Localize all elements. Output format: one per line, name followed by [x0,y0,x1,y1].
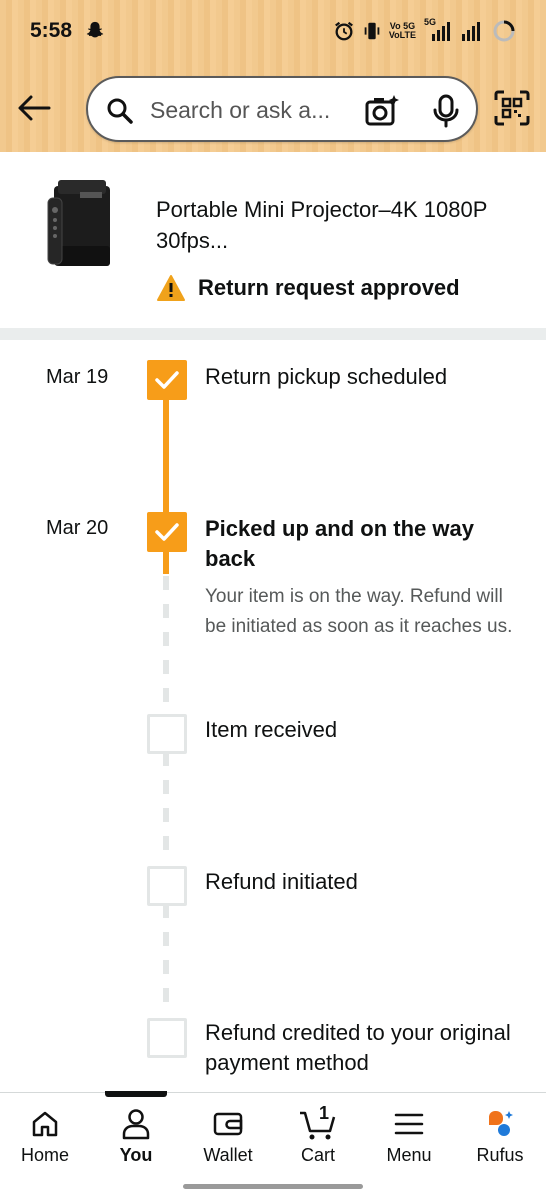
status-time: 5:58 [30,19,73,42]
return-timeline: Mar 19 Return pickup scheduled Mar 20 Pi… [0,340,546,1092]
timeline-checkbox-complete [147,512,187,552]
timeline-checkbox-pending [147,714,187,754]
cart-badge-count: 1 [319,1103,330,1123]
nav-label: Home [20,1145,69,1165]
nav-cart[interactable]: 1 Cart [273,1103,363,1166]
signal-5g-icon: 5G [424,18,452,42]
nav-rufus[interactable]: Rufus [455,1107,545,1166]
nav-label: Rufus [476,1145,524,1165]
section-divider [0,328,546,340]
vibrate-icon [364,22,380,40]
product-summary[interactable]: Portable Mini Projector–4K 1080P 30fps..… [0,152,546,328]
timeline-step-title: Refund credited to your original payment… [205,1020,511,1075]
arrow-left-icon [18,95,51,121]
signal-icon [462,22,480,41]
search-input[interactable]: Search or ask a... [150,97,330,124]
timeline-connector-pending [163,904,169,1016]
product-title[interactable]: Portable Mini Projector–4K 1080P 30fps..… [156,194,516,256]
nav-home[interactable]: Home [0,1107,90,1166]
timeline-step-title: Item received [205,717,338,742]
back-button[interactable] [14,88,54,128]
timeline-checkbox-pending [147,866,187,906]
bottom-navigation: Home You Wallet 1 Cart Menu Rufus [0,1091,546,1172]
search-icon [107,98,133,124]
menu-icon [394,1113,424,1135]
timeline-step-title: Return pickup scheduled [205,364,448,389]
timeline-connector-pending [163,576,169,712]
timeline-date: Mar 20 [46,517,109,539]
nav-menu[interactable]: Menu [364,1107,454,1166]
timeline-connector-pending [163,752,169,864]
nav-label: Menu [386,1145,432,1165]
cart-icon [300,1111,336,1140]
battery-icon [493,20,515,42]
microphone-icon[interactable] [432,94,460,128]
nav-wallet[interactable]: Wallet [183,1107,273,1166]
nav-label: You [119,1145,153,1165]
timeline-step-title: Picked up and on the way back [205,516,474,571]
alarm-icon [334,21,353,41]
checkmark-icon [155,523,179,541]
camera-search-icon[interactable] [364,93,400,129]
timeline-step-description: Your item is on the way. Refund will be … [205,586,513,637]
timeline-connector-complete [163,400,169,514]
product-image[interactable] [44,176,112,272]
nav-active-indicator [105,1091,167,1097]
timeline-checkbox-complete [147,360,187,400]
timeline-step-title: Refund initiated [205,869,358,894]
rufus-icon [489,1111,513,1136]
nav-you[interactable]: You [91,1107,181,1166]
timeline-checkbox-pending [147,1018,187,1058]
timeline-date: Mar 19 [46,366,109,388]
status-bar: 5:58 Vo 5G VoLTE 5G [0,0,546,62]
warning-icon [157,275,185,301]
wallet-icon [213,1112,243,1136]
app-header: 5:58 Vo 5G VoLTE 5G Search or ask a... [0,0,546,152]
return-status-text: Return request approved [198,275,460,300]
home-icon [32,1111,58,1137]
qr-scan-icon[interactable] [494,90,530,126]
person-icon [122,1109,150,1140]
return-status: Return request approved [156,274,460,302]
system-gesture-area [0,1172,546,1200]
search-bar[interactable]: Search or ask a... [86,76,478,142]
nav-label: Wallet [203,1145,253,1165]
home-gesture-bar[interactable] [183,1184,363,1189]
status-icons: Vo 5G VoLTE 5G [333,16,516,46]
snapchat-icon [86,21,104,38]
timeline-connector-active [163,550,169,574]
nav-label: Cart [300,1145,335,1165]
network-label: Vo 5G VoLTE [388,21,416,40]
checkmark-icon [155,371,179,389]
